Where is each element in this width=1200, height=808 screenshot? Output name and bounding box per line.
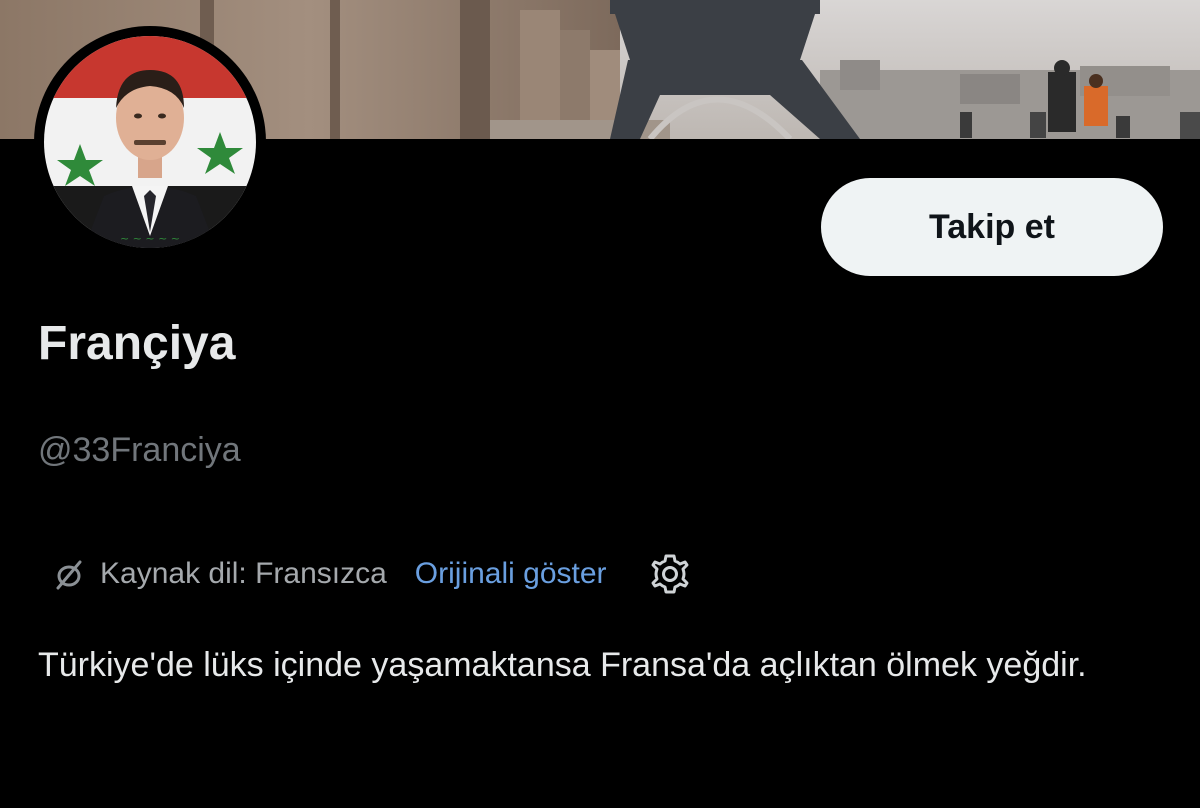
source-language-label: Kaynak dil: Fransızca (100, 557, 387, 590)
avatar[interactable]: ~ ~ ~ ~ ~ (34, 26, 266, 258)
translate-icon (50, 555, 88, 593)
show-original-link[interactable]: Orijinali göster (415, 557, 607, 591)
gear-icon[interactable] (647, 551, 693, 597)
display-name: Françiya (38, 317, 236, 370)
svg-text:~ ~ ~ ~ ~: ~ ~ ~ ~ ~ (120, 232, 180, 245)
follow-button[interactable]: Takip et (821, 178, 1163, 276)
avatar-image: ~ ~ ~ ~ ~ (44, 36, 256, 248)
user-handle: @33Franciya (38, 431, 241, 469)
translation-bar: Kaynak dil: Fransızca Orijinali göster (50, 552, 693, 596)
profile-bio: Türkiye'de lüks içinde yaşamaktansa Fran… (38, 646, 1087, 684)
